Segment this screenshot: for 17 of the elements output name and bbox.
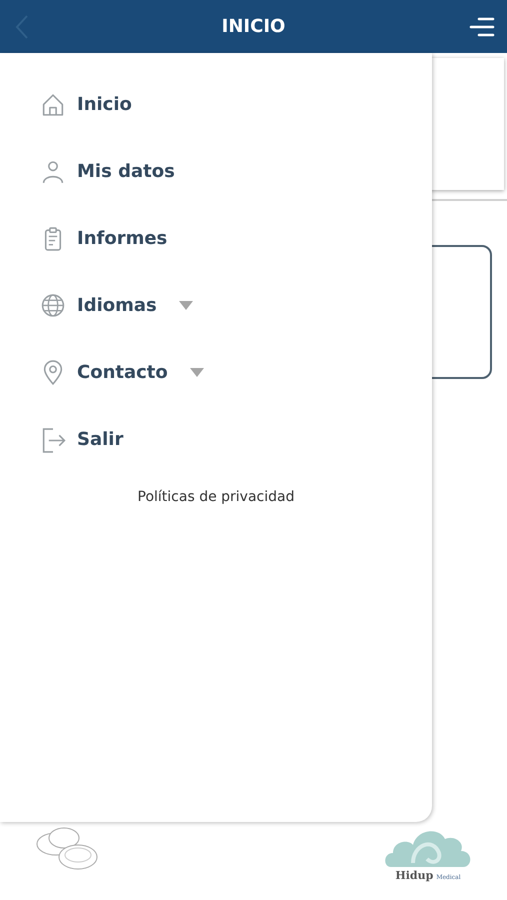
caret-icon — [178, 301, 193, 310]
menu-item[interactable]: Salir — [0, 406, 432, 473]
menu-item[interactable]: Contacto — [0, 339, 432, 406]
user-icon — [40, 158, 66, 184]
menu-icon — [469, 16, 495, 38]
menu-item[interactable]: Inicio — [0, 71, 432, 138]
home-icon — [40, 92, 66, 118]
page-title: INICIO — [222, 16, 286, 37]
menu-item[interactable]: Mis datos — [0, 138, 432, 205]
caret-icon — [190, 368, 204, 377]
menu-item[interactable]: Idiomas — [0, 272, 432, 339]
menu-item[interactable]: Informes — [0, 205, 432, 272]
globe-icon — [40, 292, 66, 318]
menu-button[interactable] — [469, 16, 495, 38]
brand-name: Hidup — [395, 869, 434, 882]
logout-icon — [40, 426, 66, 452]
privacy-link[interactable]: Políticas de privacidad — [138, 489, 294, 505]
